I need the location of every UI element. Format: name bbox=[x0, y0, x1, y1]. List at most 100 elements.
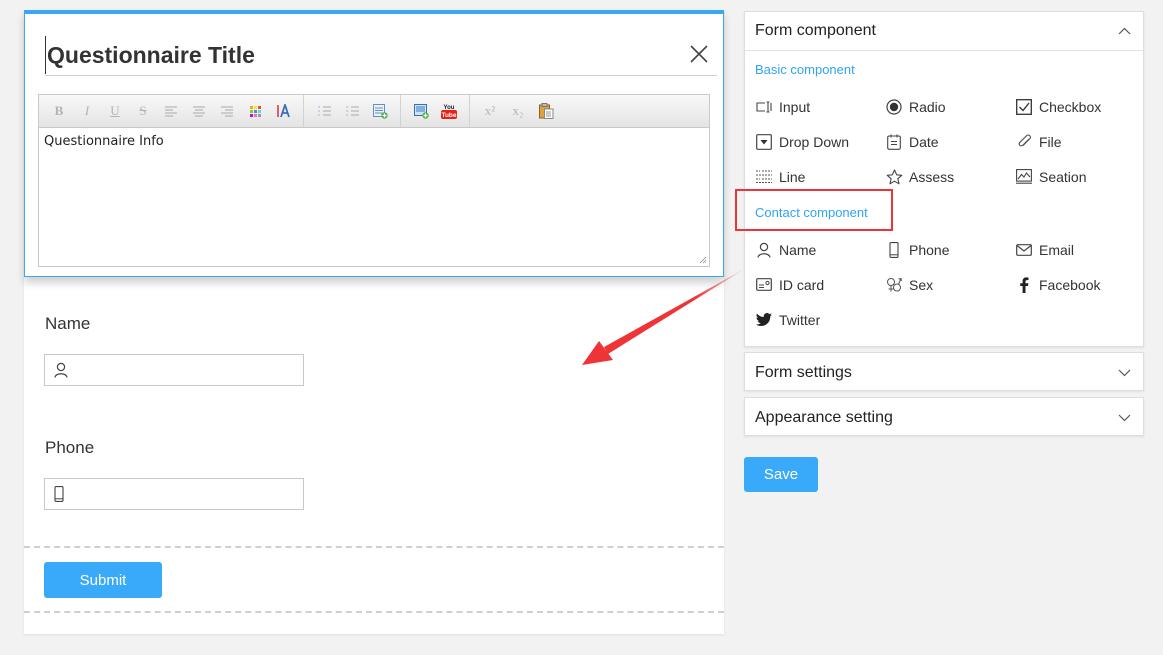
field-label-phone: Phone bbox=[45, 438, 95, 457]
divider-top bbox=[24, 546, 724, 548]
toolbar-group-lists bbox=[310, 95, 401, 127]
component-date[interactable]: Date bbox=[885, 124, 1015, 159]
form-component-header[interactable]: Form component bbox=[745, 12, 1143, 51]
image-icon bbox=[1016, 169, 1032, 184]
form-component-title: Form component bbox=[755, 22, 876, 39]
unordered-list-button[interactable] bbox=[338, 100, 366, 122]
component-id-card[interactable]: ID card bbox=[755, 267, 885, 302]
component-label: Input bbox=[779, 98, 811, 115]
phone-icon bbox=[54, 486, 64, 502]
ordered-list-button[interactable] bbox=[310, 100, 338, 122]
bold-icon: B bbox=[54, 103, 64, 118]
component-label: Facebook bbox=[1039, 276, 1101, 293]
component-label: Email bbox=[1039, 241, 1075, 258]
component-label: Assess bbox=[909, 168, 955, 185]
align-left-button[interactable] bbox=[157, 100, 185, 122]
phone-input[interactable] bbox=[70, 479, 303, 509]
bold-button[interactable]: B bbox=[45, 100, 73, 122]
component-sex[interactable]: Sex bbox=[885, 267, 1015, 302]
phone-field[interactable] bbox=[44, 478, 304, 510]
questionnaire-title-input[interactable] bbox=[45, 36, 665, 74]
save-button[interactable]: Save bbox=[744, 457, 818, 492]
component-dropdown[interactable]: Drop Down bbox=[755, 124, 885, 159]
color-palette-icon bbox=[249, 105, 261, 117]
underline-icon: U bbox=[110, 103, 120, 118]
chevron-down-icon[interactable] bbox=[1118, 369, 1131, 377]
component-name[interactable]: Name bbox=[755, 232, 885, 267]
component-checkbox[interactable]: Checkbox bbox=[1015, 89, 1145, 124]
component-radio[interactable]: Radio bbox=[885, 89, 1015, 124]
id-card-icon bbox=[756, 278, 772, 291]
component-label: Date bbox=[909, 133, 939, 150]
date-icon bbox=[887, 134, 901, 150]
strikethrough-icon: S bbox=[139, 103, 147, 118]
component-input[interactable]: Input bbox=[755, 89, 885, 124]
italic-button[interactable]: I bbox=[73, 100, 101, 122]
component-file[interactable]: File bbox=[1015, 124, 1145, 159]
italic-icon: I bbox=[84, 103, 90, 118]
paste-button[interactable] bbox=[532, 100, 560, 122]
envelope-icon bbox=[1016, 243, 1032, 256]
paperclip-icon bbox=[1018, 134, 1031, 146]
superscript-icon: x² bbox=[484, 103, 496, 118]
chevron-up-icon[interactable] bbox=[1118, 27, 1131, 35]
close-button[interactable] bbox=[689, 44, 709, 64]
align-center-icon bbox=[193, 106, 205, 116]
text-format-button[interactable] bbox=[269, 100, 297, 122]
underline-button[interactable]: U bbox=[101, 100, 129, 122]
form-settings-title: Form settings bbox=[755, 363, 852, 381]
appearance-setting-title: Appearance setting bbox=[755, 408, 893, 426]
subscript-icon: x₂ bbox=[512, 103, 524, 118]
contact-component-title: Contact component bbox=[755, 205, 868, 220]
form-settings-panel: Form settings bbox=[744, 352, 1144, 391]
component-label: Radio bbox=[909, 98, 946, 115]
component-phone[interactable]: Phone bbox=[885, 232, 1015, 267]
unordered-list-icon bbox=[345, 105, 359, 116]
component-label: Sex bbox=[909, 276, 934, 293]
component-facebook[interactable]: Facebook bbox=[1015, 267, 1145, 302]
chevron-down-icon[interactable] bbox=[1118, 414, 1131, 422]
form-settings-header[interactable]: Form settings bbox=[745, 353, 1143, 392]
editor-toolbar: B I U S You Tube x² x₂ bbox=[39, 95, 709, 128]
component-line[interactable]: Line bbox=[755, 159, 885, 194]
basic-component-title: Basic component bbox=[755, 62, 855, 77]
superscript-button[interactable]: x² bbox=[476, 100, 504, 122]
name-input[interactable] bbox=[74, 355, 303, 385]
youtube-icon: You Tube bbox=[441, 105, 457, 119]
component-label: Line bbox=[779, 168, 806, 185]
component-email[interactable]: Email bbox=[1015, 232, 1145, 267]
strikethrough-button[interactable]: S bbox=[129, 100, 157, 122]
form-component-panel: Form component Basic component Input Rad… bbox=[744, 11, 1144, 347]
component-seation[interactable]: Seation bbox=[1015, 159, 1145, 194]
insert-youtube-button[interactable]: You Tube bbox=[435, 100, 463, 122]
line-icon bbox=[756, 170, 772, 183]
align-center-button[interactable] bbox=[185, 100, 213, 122]
editor-content-area[interactable]: Questionnaire Info bbox=[39, 128, 709, 266]
ordered-list-icon bbox=[317, 105, 331, 116]
component-twitter[interactable]: Twitter bbox=[755, 302, 885, 337]
dropdown-icon bbox=[756, 133, 772, 150]
color-palette-button[interactable] bbox=[241, 100, 269, 122]
toolbar-group-media: You Tube bbox=[407, 95, 470, 127]
basic-component-grid: Input Radio Checkbox Drop Down Date File… bbox=[755, 89, 1145, 194]
appearance-setting-header[interactable]: Appearance setting bbox=[745, 398, 1143, 437]
facebook-icon bbox=[1020, 276, 1029, 293]
align-right-button[interactable] bbox=[213, 100, 241, 122]
phone-icon bbox=[889, 241, 899, 258]
person-icon bbox=[54, 362, 68, 378]
toolbar-group-script: x² x₂ bbox=[476, 95, 566, 127]
person-icon bbox=[757, 242, 771, 258]
component-assess[interactable]: Assess bbox=[885, 159, 1015, 194]
divider-bottom bbox=[24, 611, 724, 613]
name-field[interactable] bbox=[44, 354, 304, 386]
subscript-button[interactable]: x₂ bbox=[504, 100, 532, 122]
submit-button[interactable]: Submit bbox=[44, 562, 162, 598]
toolbar-group-format: B I U S bbox=[45, 95, 304, 127]
insert-image-button[interactable] bbox=[407, 100, 435, 122]
resize-grip-icon[interactable] bbox=[699, 256, 707, 264]
paste-icon bbox=[538, 103, 553, 119]
close-icon bbox=[690, 45, 708, 63]
insert-table-button[interactable] bbox=[366, 100, 394, 122]
align-left-icon bbox=[165, 106, 177, 116]
gender-icon bbox=[886, 277, 902, 291]
